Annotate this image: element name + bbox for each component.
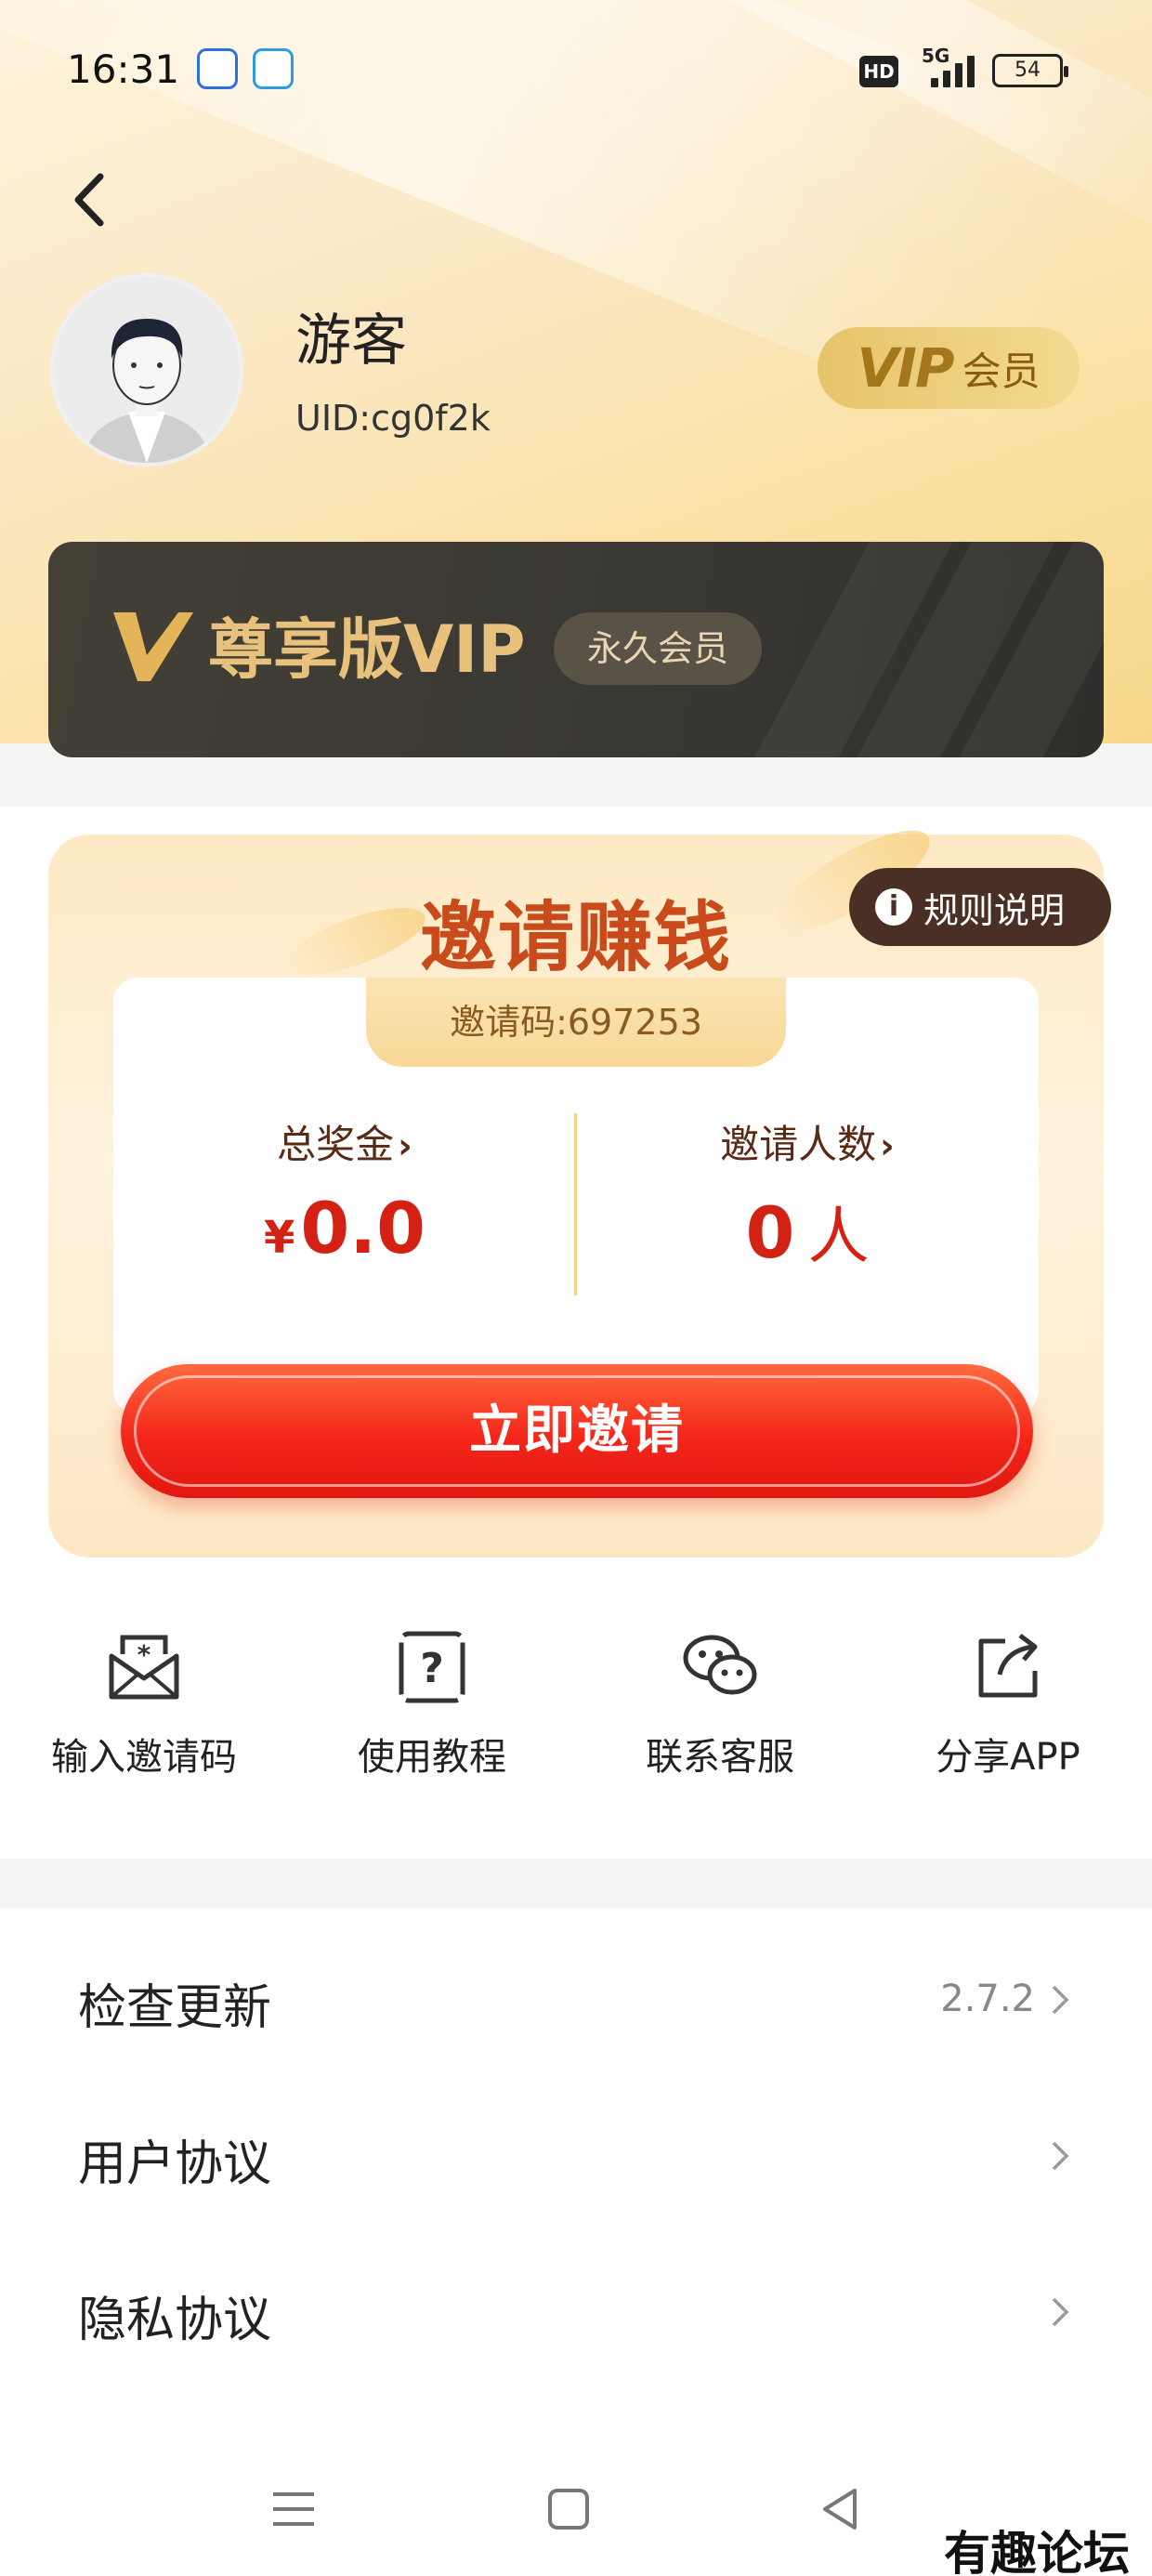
share-icon (978, 1634, 1038, 1698)
chevron-right-icon: › (880, 1125, 895, 1166)
profile-page: 16:31 HD 5G 54 游客 UID:cg0f2k VIP 会员 尊享版V… (0, 0, 1152, 2576)
enter-invite-code-button[interactable]: * 输入邀请码 (0, 1626, 288, 1781)
hd-icon: HD (859, 56, 898, 87)
question-doc-icon: ? (399, 1631, 465, 1703)
invite-card: 邀请赚钱 i 规则说明 邀请码:697253 总奖金 › ¥0.0 邀请人数 › 0… (48, 812, 1111, 1557)
quick-action-label: 输入邀请码 (51, 1736, 237, 1779)
vip-badge-label: 会员 (962, 348, 1041, 394)
contact-service-button[interactable]: 联系客服 (576, 1626, 864, 1781)
invite-count-stat[interactable]: 邀请人数 › 0人 (576, 1113, 1039, 1276)
currency-symbol: ¥ (263, 1212, 295, 1264)
total-bonus-value: 0.0 (300, 1187, 426, 1269)
notification-app-icon (253, 48, 294, 89)
chevron-left-icon (74, 173, 104, 227)
vip-logo-text: VIP (857, 336, 955, 400)
status-bar: 16:31 HD 5G 54 (0, 37, 1152, 102)
invite-now-button[interactable]: 立即邀请 (121, 1364, 1033, 1498)
user-uid: UID:cg0f2k (295, 398, 491, 439)
info-icon: i (875, 888, 912, 926)
privacy-agreement-row[interactable]: 隐私协议 (0, 2234, 1152, 2388)
quick-actions: * 输入邀请码 ? 使用教程 联系客服 分享APP (0, 1626, 1152, 1812)
avatar[interactable] (50, 273, 243, 467)
quick-action-label: 使用教程 (358, 1736, 506, 1779)
signal-icon (931, 54, 979, 87)
back-button[interactable] (65, 167, 121, 232)
chevron-right-icon (1052, 2141, 1069, 2171)
row-label: 检查更新 (78, 1980, 272, 2036)
menu-icon[interactable] (266, 2481, 321, 2537)
user-name: 游客 (295, 309, 407, 374)
chevron-right-icon (1052, 2297, 1069, 2327)
watermark: 有趣论坛 (944, 2526, 1130, 2576)
notification-app-icon (197, 48, 238, 89)
section-gap (0, 1859, 1152, 1909)
invite-count-unit: 人 (807, 1201, 870, 1272)
user-agreement-row[interactable]: 用户协议 (0, 2078, 1152, 2232)
svg-text:*: * (137, 1639, 151, 1670)
vip-duration-chip: 永久会员 (554, 612, 762, 685)
chevron-right-icon: › (398, 1125, 412, 1166)
vip-card-title: 尊享版VIP (208, 611, 526, 688)
envelope-star-icon: * (109, 1635, 179, 1700)
chevron-right-icon (1052, 1985, 1069, 2015)
user-avatar-icon (54, 277, 240, 463)
tutorial-button[interactable]: ? 使用教程 (288, 1626, 576, 1781)
status-time: 16:31 (67, 46, 180, 92)
back-triangle-icon[interactable] (814, 2481, 870, 2537)
invite-now-label: 立即邀请 (469, 1400, 685, 1461)
row-label: 用户协议 (78, 2136, 272, 2192)
check-update-row[interactable]: 检查更新 2.7.2 (0, 1922, 1152, 2076)
vip-v-logo-icon (113, 612, 193, 681)
vip-member-badge[interactable]: VIP 会员 (818, 327, 1080, 409)
wechat-icon (683, 1635, 757, 1695)
home-icon[interactable] (541, 2481, 596, 2537)
battery-icon: 54 (992, 54, 1068, 87)
total-bonus-label: 总奖金 (277, 1122, 395, 1167)
quick-action-label: 分享APP (936, 1736, 1080, 1779)
rules-label: 规则说明 (923, 889, 1066, 931)
invite-count-label: 邀请人数 (720, 1122, 877, 1167)
row-label: 隐私协议 (78, 2293, 272, 2348)
invite-count-value: 0 (745, 1191, 795, 1274)
total-bonus-stat[interactable]: 总奖金 › ¥0.0 (113, 1113, 576, 1269)
rules-button[interactable]: i 规则说明 (849, 868, 1111, 946)
svg-text:?: ? (420, 1645, 444, 1692)
share-app-button[interactable]: 分享APP (864, 1626, 1152, 1781)
quick-action-label: 联系客服 (646, 1736, 794, 1779)
invite-code[interactable]: 邀请码:697253 (366, 978, 786, 1067)
version-value: 2.7.2 (940, 1978, 1035, 2020)
vip-card[interactable]: 尊享版VIP 永久会员 (48, 542, 1104, 757)
